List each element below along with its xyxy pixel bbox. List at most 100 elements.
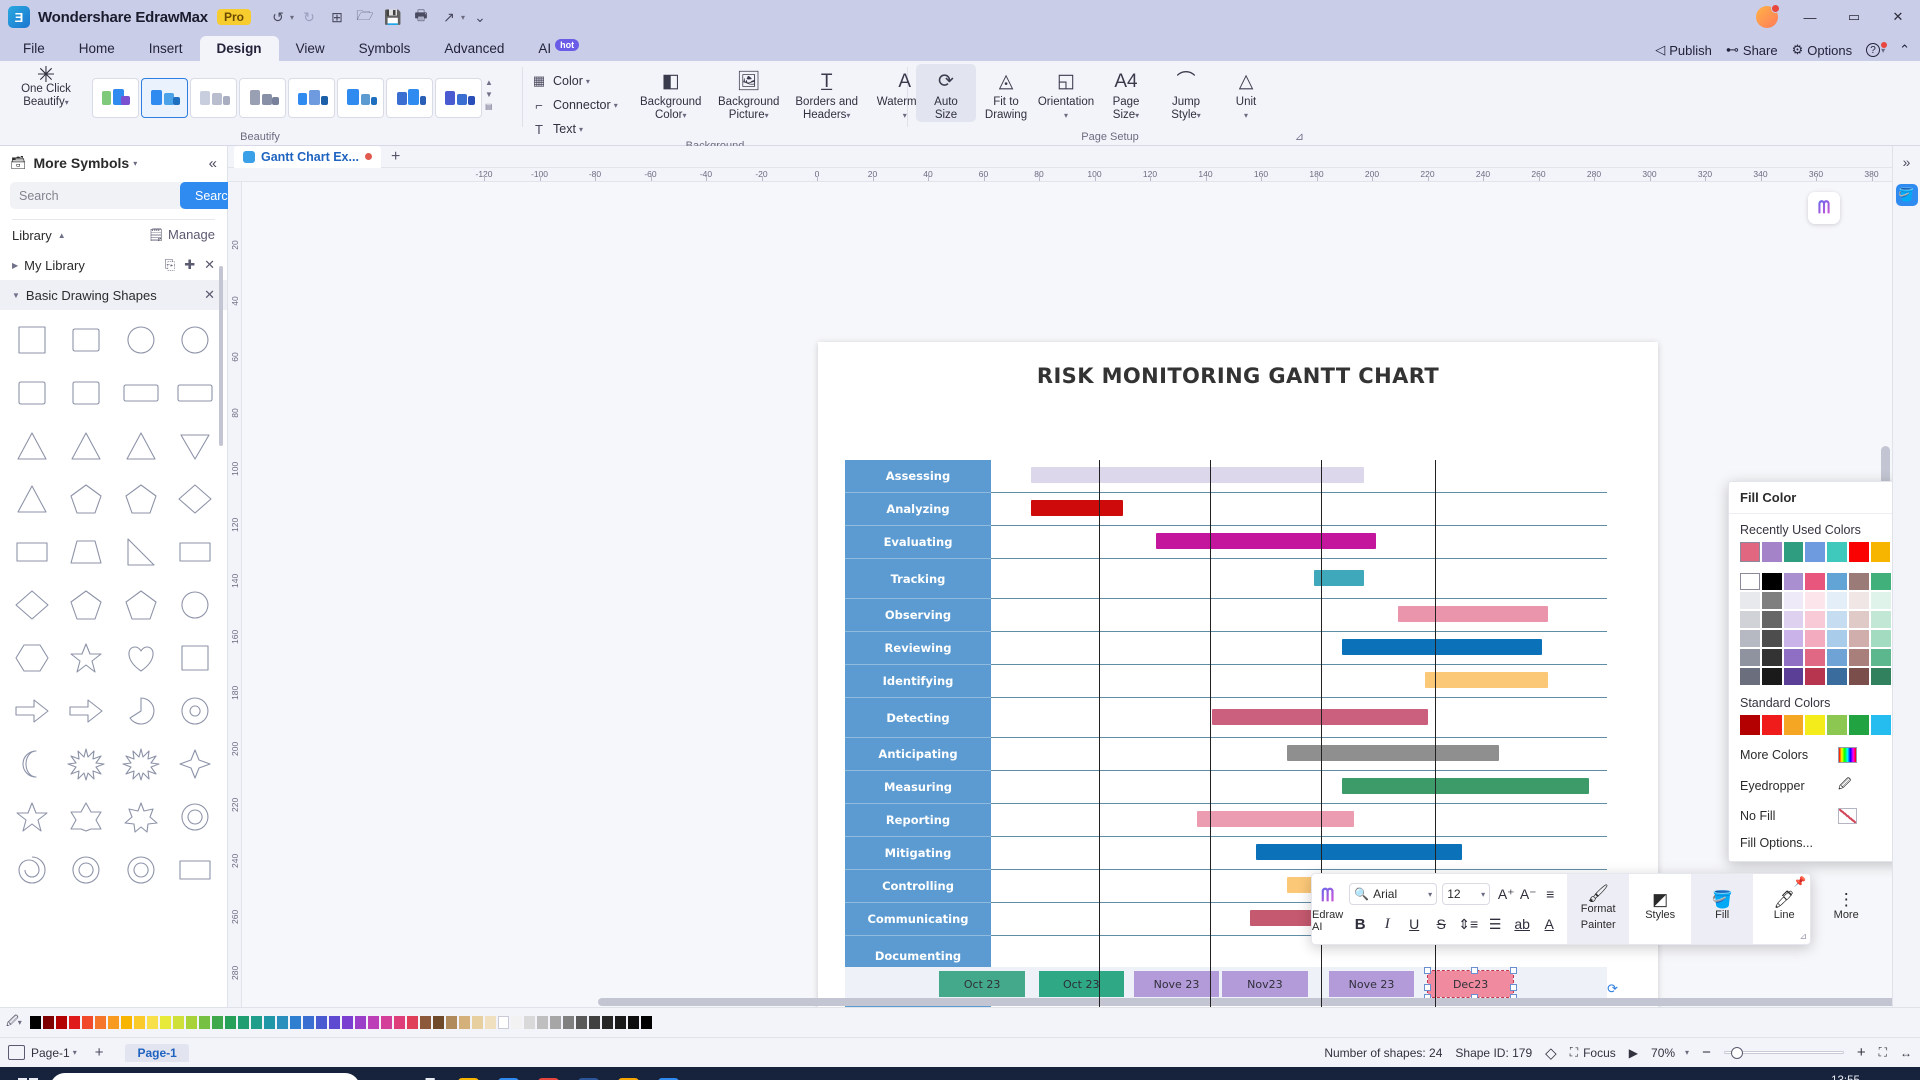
task-track[interactable] bbox=[991, 460, 1607, 493]
more-qa-button[interactable]: ⌄ bbox=[467, 5, 493, 29]
theme-color-swatch[interactable] bbox=[1740, 630, 1760, 647]
palette-swatch[interactable] bbox=[290, 1016, 301, 1029]
standard-color-swatch[interactable] bbox=[1871, 715, 1891, 735]
recent-color-swatch[interactable] bbox=[1762, 542, 1782, 562]
theme-color-swatch[interactable] bbox=[1871, 592, 1891, 609]
recent-color-swatch[interactable] bbox=[1849, 542, 1869, 562]
align-icon[interactable]: ≡ bbox=[1539, 883, 1561, 905]
beautify-style-2[interactable] bbox=[141, 78, 188, 118]
auto-size-button[interactable]: ⟳AutoSize bbox=[916, 64, 976, 122]
theme-color-swatch[interactable] bbox=[1805, 668, 1825, 685]
task-track[interactable] bbox=[991, 771, 1607, 804]
recent-color-swatch[interactable] bbox=[1871, 542, 1891, 562]
gantt-bar[interactable] bbox=[1031, 500, 1123, 516]
gantt-bar[interactable] bbox=[1314, 570, 1363, 586]
tab-view[interactable]: View bbox=[279, 36, 342, 61]
shape-star4-35[interactable] bbox=[169, 742, 221, 786]
shape-tri-8[interactable] bbox=[6, 424, 58, 468]
shape-sq-0[interactable] bbox=[6, 318, 58, 362]
rotate-handle-icon[interactable]: ⟳ bbox=[1607, 981, 1618, 997]
symbol-search-box[interactable]: Search bbox=[10, 182, 217, 209]
horizontal-ruler[interactable]: -120-100-80-60-40-2002040608010012014016… bbox=[228, 168, 1892, 182]
palette-swatch[interactable] bbox=[602, 1016, 613, 1029]
palette-swatch[interactable] bbox=[485, 1016, 496, 1029]
fit-to-drawing-button[interactable]: ◬Fit toDrawing bbox=[976, 64, 1036, 122]
chevron-down-icon[interactable]: ▾ bbox=[461, 13, 465, 22]
chevron-down-icon[interactable]: ▾ bbox=[586, 77, 590, 86]
taskbar-edraw-app[interactable]: Ǝ bbox=[608, 1067, 648, 1080]
jump-style-button[interactable]: ⌒JumpStyle▾ bbox=[1156, 64, 1216, 122]
taskbar-word[interactable]: W bbox=[568, 1067, 608, 1080]
chevron-down-icon[interactable]: ▾ bbox=[1244, 109, 1248, 122]
theme-color-swatch[interactable] bbox=[1762, 611, 1782, 628]
selection-handle[interactable] bbox=[1471, 967, 1478, 974]
shape-star5b-25[interactable] bbox=[60, 636, 112, 680]
presentation-icon[interactable]: ▶ bbox=[1629, 1046, 1638, 1060]
shape-pent3-22[interactable] bbox=[115, 583, 167, 627]
chevron-down-icon[interactable]: ▾ bbox=[579, 125, 583, 134]
standard-color-swatch[interactable] bbox=[1805, 715, 1825, 735]
new-button[interactable]: ⊞ bbox=[324, 5, 350, 29]
shape-tri-9[interactable] bbox=[60, 424, 112, 468]
shape-spiral-40[interactable] bbox=[6, 848, 58, 892]
beautify-scroll[interactable]: ▲ ▼ ▤ bbox=[485, 78, 493, 111]
background-picture-button[interactable]: 🖼BackgroundPicture▾ bbox=[710, 64, 788, 122]
shape-gear-39[interactable] bbox=[169, 795, 221, 839]
shape-ring-31[interactable] bbox=[169, 689, 221, 733]
theme-color-swatch[interactable] bbox=[1784, 630, 1804, 647]
theme-color-swatch[interactable] bbox=[1784, 592, 1804, 609]
fit-width-icon[interactable]: ↔ bbox=[1900, 1046, 1912, 1060]
fill-options-link[interactable]: Fill Options... bbox=[1729, 830, 1892, 861]
increase-font-size-icon[interactable]: A⁺ bbox=[1495, 883, 1517, 905]
taskbar-file-explorer[interactable]: 🗀 bbox=[448, 1067, 488, 1080]
selection-handle[interactable] bbox=[1424, 984, 1431, 991]
chevron-up-icon[interactable]: ▲ bbox=[58, 231, 66, 240]
theme-color-swatch[interactable] bbox=[1784, 611, 1804, 628]
font-color-icon[interactable]: A bbox=[1538, 913, 1560, 935]
beautify-style-7[interactable] bbox=[386, 78, 433, 118]
edraw-ai-toolbar-button[interactable]: ᗰ Edraw AI bbox=[1312, 874, 1343, 944]
page-tab-page-1[interactable]: Page-1 bbox=[125, 1044, 188, 1062]
chevron-down-icon[interactable]: ▾ bbox=[614, 101, 618, 110]
chevron-down-icon[interactable]: ▾ bbox=[765, 109, 769, 122]
palette-swatch[interactable] bbox=[628, 1016, 639, 1029]
tab-home[interactable]: Home bbox=[62, 36, 132, 61]
theme-color-swatch[interactable] bbox=[1827, 668, 1847, 685]
timeline-chip[interactable]: Nove 23 bbox=[1134, 971, 1219, 997]
zoom-out-button[interactable]: − bbox=[1702, 1044, 1711, 1061]
theme-color-swatch[interactable] bbox=[1827, 611, 1847, 628]
shape-gear3-42[interactable] bbox=[115, 848, 167, 892]
shape-star6-37[interactable] bbox=[60, 795, 112, 839]
shape-hex-24[interactable] bbox=[6, 636, 58, 680]
vertical-ruler[interactable]: 20406080100120140160180200220240260280 bbox=[228, 182, 242, 1007]
theme-color-swatch[interactable] bbox=[1784, 668, 1804, 685]
search-input[interactable] bbox=[19, 189, 180, 203]
print-button[interactable]: 🖶 bbox=[408, 5, 434, 29]
options-button[interactable]: ⚙Options bbox=[1792, 42, 1852, 58]
theme-color-swatch[interactable] bbox=[1740, 668, 1760, 685]
pin-icon[interactable]: 📌 bbox=[1794, 877, 1806, 888]
palette-swatch[interactable] bbox=[498, 1016, 509, 1029]
theme-color-swatch[interactable] bbox=[1805, 649, 1825, 666]
palette-swatch[interactable] bbox=[420, 1016, 431, 1029]
shape-diamond2-20[interactable] bbox=[6, 583, 58, 627]
canvas-horizontal-scrollbar[interactable] bbox=[598, 998, 1892, 1006]
edraw-ai-button[interactable]: ᗰ bbox=[1808, 192, 1840, 224]
shape-sq-r3-5[interactable] bbox=[60, 371, 112, 415]
gantt-bar[interactable] bbox=[1342, 778, 1588, 794]
close-button[interactable]: ✕ bbox=[1876, 0, 1920, 34]
manage-library-button[interactable]: 🗒 Manage bbox=[148, 227, 215, 243]
orientation-button[interactable]: ◱Orientation▾ bbox=[1036, 64, 1096, 122]
theme-color-swatch[interactable] bbox=[1740, 592, 1760, 609]
palette-swatch[interactable] bbox=[472, 1016, 483, 1029]
palette-swatch[interactable] bbox=[524, 1016, 535, 1029]
text-case-icon[interactable]: ab bbox=[1511, 913, 1533, 935]
shape-star7-38[interactable] bbox=[115, 795, 167, 839]
shape-tri-d-11[interactable] bbox=[169, 424, 221, 468]
palette-swatch[interactable] bbox=[381, 1016, 392, 1029]
palette-swatch[interactable] bbox=[615, 1016, 626, 1029]
standard-color-swatch[interactable] bbox=[1827, 715, 1847, 735]
redo-button[interactable]: ↻ bbox=[296, 5, 322, 29]
palette-swatch[interactable] bbox=[550, 1016, 561, 1029]
format-painter-button[interactable]: 🖌FormatPainter bbox=[1567, 874, 1629, 944]
